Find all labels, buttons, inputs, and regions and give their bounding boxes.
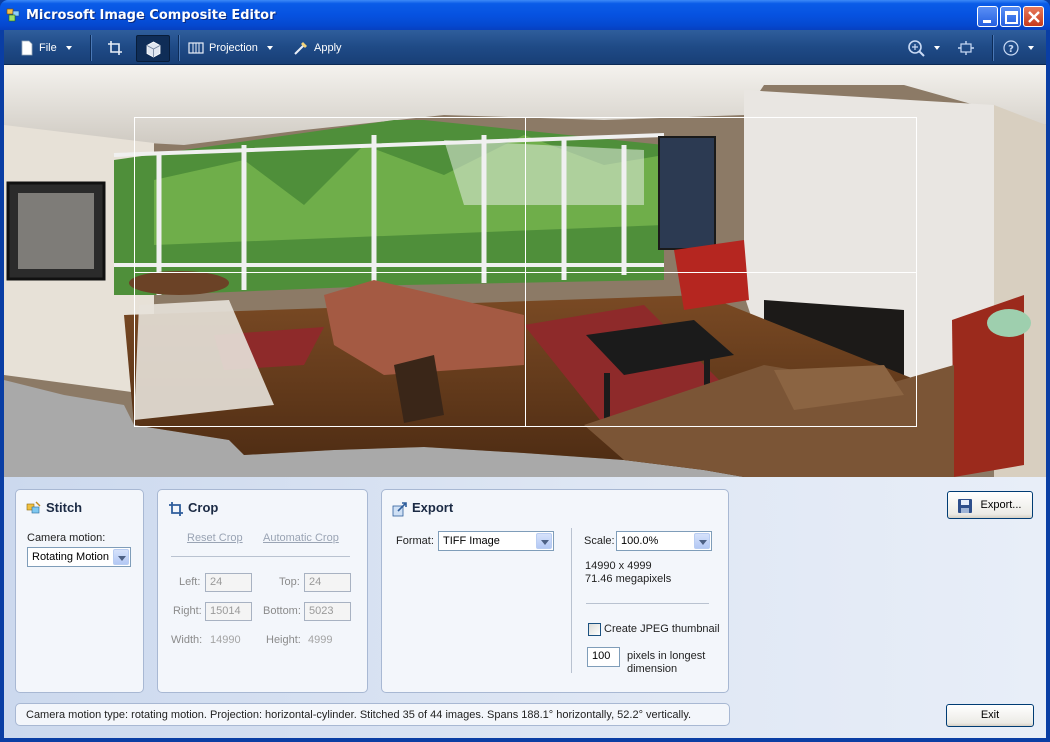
save-icon: [958, 499, 972, 513]
crop-guide-horizontal: [134, 272, 917, 273]
right-field[interactable]: 15014: [205, 602, 252, 621]
thumbnail-size-label-2: dimension: [627, 663, 678, 675]
apply-icon: [294, 42, 307, 55]
export-title: Export: [412, 500, 454, 515]
fit-view-icon: [958, 41, 974, 55]
export-icon: [392, 502, 407, 517]
thumbnail-size-field[interactable]: 100: [587, 647, 620, 667]
export-dimensions: 14990 x 4999: [585, 560, 652, 572]
toolbar: File Projection Apply ?: [4, 30, 1046, 65]
jpeg-thumbnail-label: Create JPEG thumbnail: [604, 623, 720, 635]
top-label: Top:: [279, 576, 300, 588]
title-bar: Microsoft Image Composite Editor: [0, 0, 1050, 30]
toolbar-separator: [992, 35, 993, 61]
right-label: Right:: [173, 605, 202, 617]
scale-label: Scale:: [584, 535, 615, 547]
maximize-button[interactable]: [1000, 6, 1021, 27]
thumbnail-size-label-1: pixels in longest: [627, 650, 706, 662]
left-label: Left:: [179, 576, 201, 588]
chevron-down-icon: [694, 533, 710, 549]
crop-title: Crop: [188, 500, 219, 515]
chevron-down-icon: [536, 533, 552, 549]
close-button[interactable]: [1023, 6, 1044, 27]
divider: [571, 528, 572, 673]
maximize-icon: [1005, 11, 1018, 24]
reset-crop-link[interactable]: Reset Crop: [187, 532, 243, 544]
divider: [586, 603, 709, 604]
format-label: Format:: [396, 535, 434, 547]
width-label: Width:: [171, 634, 203, 646]
bottom-label: Bottom:: [263, 605, 301, 617]
stitch-panel: Stitch Camera motion: Rotating Motion: [15, 489, 144, 693]
help-button[interactable]: ?: [1003, 36, 1034, 60]
scale-select[interactable]: 100.0%: [616, 531, 712, 551]
projection-menu-label: Projection: [209, 42, 258, 54]
stitch-title: Stitch: [46, 500, 83, 515]
chevron-down-icon: [266, 46, 273, 50]
svg-text:?: ?: [1008, 44, 1014, 55]
bottom-field[interactable]: 5023: [304, 602, 351, 621]
fit-view-button[interactable]: [957, 36, 975, 60]
crop-panel: Crop Reset Crop Automatic Crop Left: 24 …: [157, 489, 368, 693]
jpeg-thumbnail-checkbox[interactable]: [588, 623, 601, 636]
projection-icon: [188, 42, 204, 54]
zoom-icon: [908, 40, 925, 57]
zoom-button[interactable]: [907, 36, 940, 60]
window-title: Microsoft Image Composite Editor: [26, 8, 276, 23]
toolbar-separator: [178, 35, 179, 61]
height-value: 4999: [308, 634, 333, 646]
crop-mode-button[interactable]: [107, 36, 123, 60]
apply-button[interactable]: Apply: [293, 36, 342, 60]
toolbar-separator: [90, 35, 91, 61]
format-value: TIFF Image: [443, 535, 500, 547]
apply-label: Apply: [314, 42, 342, 54]
width-value: 14990: [210, 634, 241, 646]
format-select[interactable]: TIFF Image: [438, 531, 554, 551]
camera-motion-value: Rotating Motion: [32, 551, 110, 563]
document-icon: [21, 40, 33, 56]
chevron-down-icon: [1028, 46, 1034, 50]
chevron-down-icon: [113, 549, 129, 565]
close-icon: [1028, 11, 1040, 23]
export-panel: Export Format: TIFF Image Scale: 100.0% …: [381, 489, 729, 693]
crop-icon: [169, 502, 183, 516]
projection-menu-button[interactable]: Projection: [188, 36, 273, 60]
crop-icon: [108, 41, 122, 55]
minimize-icon: [983, 20, 991, 23]
height-label: Height:: [266, 634, 301, 646]
left-field[interactable]: 24: [205, 573, 252, 592]
status-bar: Camera motion type: rotating motion. Pro…: [15, 703, 730, 726]
exit-button[interactable]: Exit: [946, 704, 1034, 727]
export-megapixels: 71.46 megapixels: [585, 573, 672, 585]
file-menu-button[interactable]: File: [20, 36, 72, 60]
chevron-down-icon: [65, 46, 72, 50]
export-button-label: Export...: [980, 499, 1022, 511]
control-panel: Stitch Camera motion: Rotating Motion Cr…: [4, 477, 1046, 738]
help-icon: ?: [1003, 40, 1019, 56]
export-button[interactable]: Export...: [947, 491, 1033, 519]
divider: [171, 556, 350, 557]
cube-view-button[interactable]: [136, 35, 170, 62]
top-field[interactable]: 24: [304, 573, 351, 592]
panorama-canvas[interactable]: [4, 65, 1046, 477]
camera-motion-label: Camera motion:: [27, 532, 106, 544]
app-window: Microsoft Image Composite Editor File Pr…: [0, 0, 1050, 742]
file-menu-label: File: [39, 42, 57, 54]
minimize-button[interactable]: [977, 6, 998, 27]
chevron-down-icon: [934, 46, 940, 50]
app-icon: [6, 8, 20, 22]
stitch-icon: [26, 501, 41, 514]
automatic-crop-link[interactable]: Automatic Crop: [263, 532, 339, 544]
cube-icon: [146, 41, 161, 58]
camera-motion-select[interactable]: Rotating Motion: [27, 547, 131, 567]
scale-value: 100.0%: [621, 535, 659, 547]
